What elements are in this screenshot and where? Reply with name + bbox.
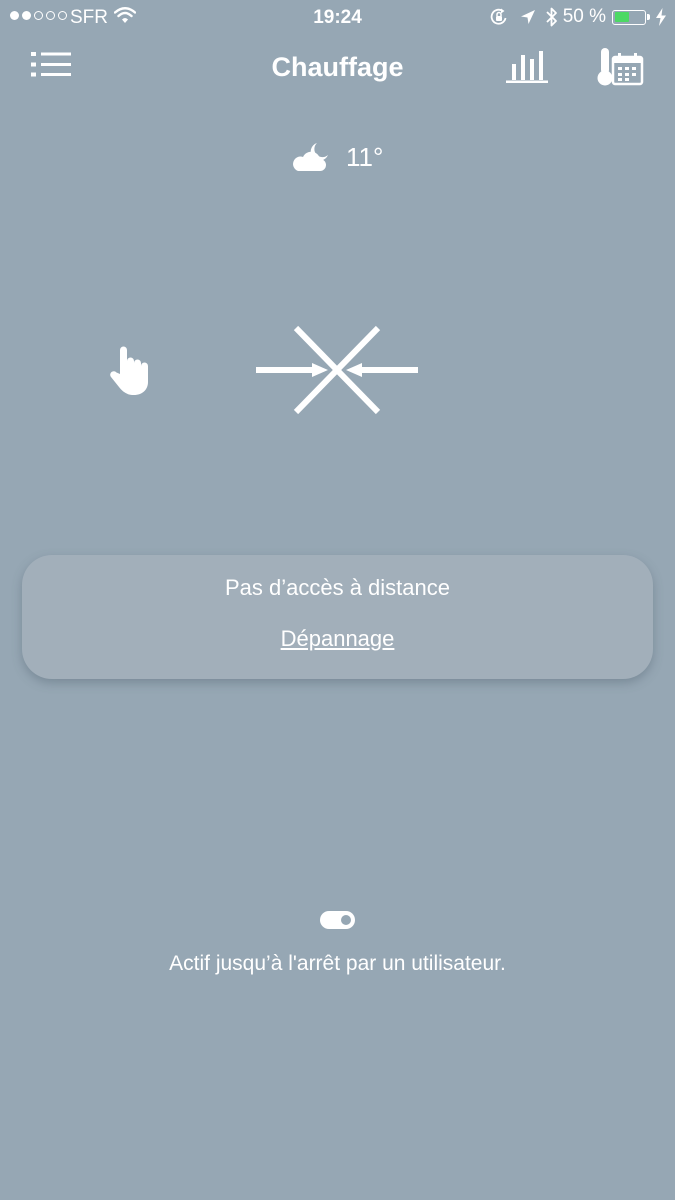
status-bar-right: 50 % xyxy=(489,6,667,28)
toggle-knob xyxy=(341,915,351,925)
remote-access-card: Pas d’accès à distance Dépannage xyxy=(22,555,653,679)
stats-chart-icon[interactable] xyxy=(506,50,548,84)
no-connection-arrows-icon xyxy=(256,325,418,415)
active-until-text: Actif jusqu’à l'arrêt par un utilisateur… xyxy=(169,952,506,975)
cloud-moon-icon xyxy=(293,143,328,171)
remote-access-status: Pas d’accès à distance xyxy=(224,575,451,600)
location-icon xyxy=(520,10,535,24)
battery-nub xyxy=(647,14,650,20)
active-toggle[interactable] xyxy=(320,911,355,929)
battery-icon xyxy=(612,9,646,25)
status-bar: SFR 19:24 50 % xyxy=(0,0,675,36)
page-title: Chauffage xyxy=(271,52,404,82)
battery-level-fill xyxy=(614,12,629,22)
troubleshooting-link[interactable]: Dépannage xyxy=(22,626,653,652)
temperature: 11° xyxy=(346,141,384,172)
orientation-lock-icon xyxy=(490,8,507,25)
charging-bolt-icon xyxy=(656,8,666,26)
thermometer-calendar-icon[interactable] xyxy=(596,47,644,87)
battery-percent: 50 % xyxy=(562,6,606,27)
weather-widget: 11° xyxy=(290,140,383,174)
bluetooth-icon xyxy=(546,7,557,27)
hand-pointer-icon[interactable] xyxy=(108,344,150,396)
